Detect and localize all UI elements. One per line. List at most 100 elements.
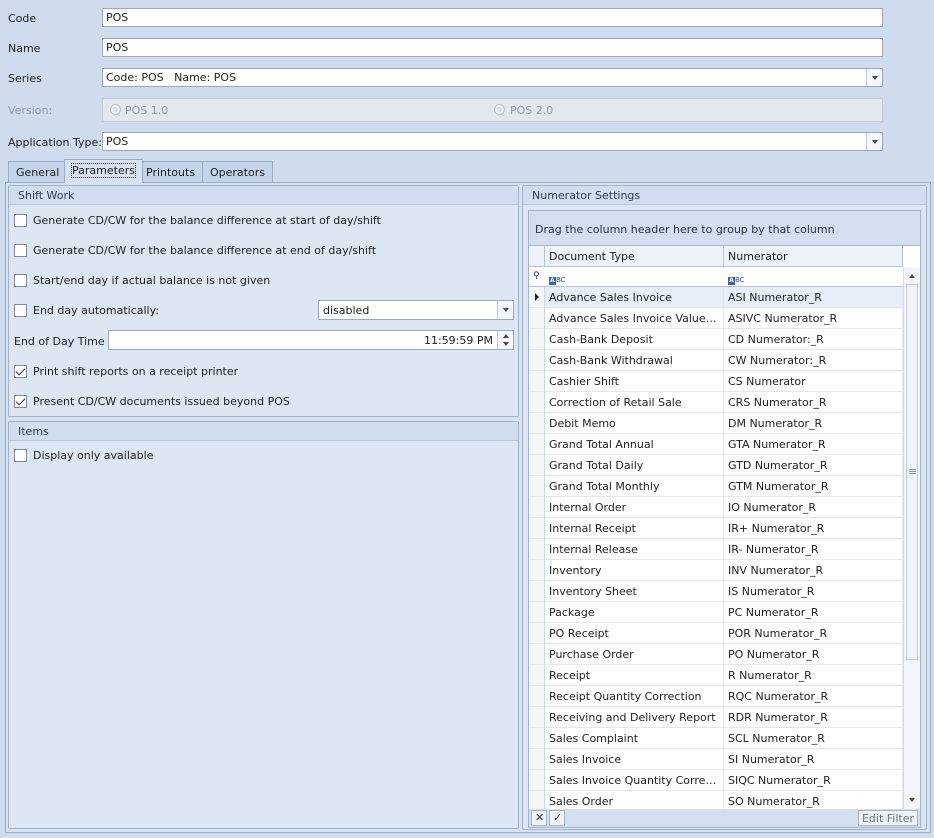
row-indicator[interactable]: [529, 350, 545, 371]
tab-general[interactable]: General: [8, 161, 68, 182]
cell-numerator[interactable]: CW Numerator:_R: [724, 350, 903, 371]
row-indicator[interactable]: [529, 329, 545, 350]
enable-filter-icon[interactable]: ✓: [549, 810, 565, 826]
clear-filter-icon[interactable]: ✕: [531, 810, 547, 826]
apptype-dropdown-button[interactable]: [866, 133, 882, 150]
row-indicator[interactable]: [529, 686, 545, 707]
table-row[interactable]: Advance Sales Invoice Value Co... ASIVC N…: [529, 308, 903, 329]
table-row[interactable]: Receiving and Delivery Report RDR Numerat…: [529, 707, 903, 728]
table-row[interactable]: Sales Complaint SCL Numerator_R: [529, 728, 903, 749]
scrollbar-thumb[interactable]: [906, 284, 918, 660]
scroll-down-icon[interactable]: [909, 798, 915, 802]
table-row[interactable]: Cash-Bank Withdrawal CW Numerator:_R: [529, 350, 903, 371]
cell-document-type[interactable]: Sales Order: [545, 791, 724, 811]
cell-numerator[interactable]: ASIVC Numerator_R: [724, 308, 903, 329]
end-time-input[interactable]: 11:59:59 PM: [108, 330, 514, 350]
row-indicator[interactable]: [529, 413, 545, 434]
edit-filter-button[interactable]: Edit Filter: [857, 810, 918, 826]
series-combo[interactable]: Code: POS Name: POS: [102, 68, 883, 87]
cell-document-type[interactable]: Inventory: [545, 560, 724, 581]
cell-document-type[interactable]: Sales Invoice Quantity Correction: [545, 770, 724, 791]
cell-document-type[interactable]: Cash-Bank Withdrawal: [545, 350, 724, 371]
table-row[interactable]: Internal Receipt IR+ Numerator_R: [529, 518, 903, 539]
cell-numerator[interactable]: ASI Numerator_R: [724, 287, 903, 308]
row-indicator[interactable]: [529, 455, 545, 476]
table-row[interactable]: Internal Release IR- Numerator_R: [529, 539, 903, 560]
cell-numerator[interactable]: GTD Numerator_R: [724, 455, 903, 476]
row-indicator[interactable]: [529, 392, 545, 413]
table-row[interactable]: Receipt R Numerator_R: [529, 665, 903, 686]
apptype-combo[interactable]: POS: [102, 132, 883, 151]
end-time-spinner[interactable]: [497, 331, 513, 349]
series-dropdown-button[interactable]: [866, 69, 882, 86]
start-end-day-checkbox[interactable]: [14, 274, 27, 287]
row-indicator[interactable]: [529, 728, 545, 749]
table-row[interactable]: Advance Sales Invoice ASI Numerator_R: [529, 287, 903, 308]
cell-numerator[interactable]: RQC Numerator_R: [724, 686, 903, 707]
row-indicator[interactable]: [529, 518, 545, 539]
end-day-auto-checkbox[interactable]: [14, 304, 27, 317]
row-indicator[interactable]: [529, 749, 545, 770]
tab-printouts[interactable]: Printouts: [138, 161, 204, 182]
cell-document-type[interactable]: Grand Total Monthly: [545, 476, 724, 497]
spin-down-icon[interactable]: [503, 342, 509, 346]
cell-document-type[interactable]: Internal Order: [545, 497, 724, 518]
cell-document-type[interactable]: PO Receipt: [545, 623, 724, 644]
cell-document-type[interactable]: Sales Complaint: [545, 728, 724, 749]
row-indicator[interactable]: [529, 308, 545, 329]
table-row[interactable]: Inventory INV Numerator_R: [529, 560, 903, 581]
table-row[interactable]: Debit Memo DM Numerator_R: [529, 413, 903, 434]
row-indicator[interactable]: [529, 770, 545, 791]
table-row[interactable]: Inventory Sheet IS Numerator_R: [529, 581, 903, 602]
cell-numerator[interactable]: SIQC Numerator_R: [724, 770, 903, 791]
row-indicator[interactable]: [529, 560, 545, 581]
table-row[interactable]: Internal Order IO Numerator_R: [529, 497, 903, 518]
row-indicator[interactable]: [529, 476, 545, 497]
table-row[interactable]: Grand Total Annual GTA Numerator_R: [529, 434, 903, 455]
table-row[interactable]: Correction of Retail Sale CRS Numerator_R: [529, 392, 903, 413]
cell-numerator[interactable]: POR Numerator_R: [724, 623, 903, 644]
cell-numerator[interactable]: R Numerator_R: [724, 665, 903, 686]
cell-numerator[interactable]: CRS Numerator_R: [724, 392, 903, 413]
cell-document-type[interactable]: Cashier Shift: [545, 371, 724, 392]
code-field[interactable]: POS: [102, 8, 883, 27]
cell-document-type[interactable]: Grand Total Daily: [545, 455, 724, 476]
cell-document-type[interactable]: Advance Sales Invoice: [545, 287, 724, 308]
cell-document-type[interactable]: Correction of Retail Sale: [545, 392, 724, 413]
table-row[interactable]: Cash-Bank Deposit CD Numerator:_R: [529, 329, 903, 350]
present-cdcw-checkbox[interactable]: [14, 395, 27, 408]
cell-numerator[interactable]: SCL Numerator_R: [724, 728, 903, 749]
row-indicator[interactable]: [529, 665, 545, 686]
row-indicator[interactable]: [529, 497, 545, 518]
row-indicator[interactable]: [529, 791, 545, 811]
table-row[interactable]: Receipt Quantity Correction RQC Numerator…: [529, 686, 903, 707]
vertical-scrollbar[interactable]: [903, 267, 920, 811]
cell-document-type[interactable]: Package: [545, 602, 724, 623]
end-day-auto-dropdown-button[interactable]: [497, 301, 513, 319]
cell-document-type[interactable]: Internal Release: [545, 539, 724, 560]
cell-numerator[interactable]: GTA Numerator_R: [724, 434, 903, 455]
cell-numerator[interactable]: DM Numerator_R: [724, 413, 903, 434]
cell-numerator[interactable]: GTM Numerator_R: [724, 476, 903, 497]
cell-document-type[interactable]: Advance Sales Invoice Value Co...: [545, 308, 724, 329]
cell-numerator[interactable]: IO Numerator_R: [724, 497, 903, 518]
cell-document-type[interactable]: Sales Invoice: [545, 749, 724, 770]
table-row[interactable]: Cashier Shift CS Numerator: [529, 371, 903, 392]
spin-up-icon[interactable]: [503, 334, 509, 338]
row-indicator[interactable]: [529, 434, 545, 455]
display-only-available-checkbox[interactable]: [14, 449, 27, 462]
cell-document-type[interactable]: Purchase Order: [545, 644, 724, 665]
row-indicator[interactable]: [529, 539, 545, 560]
row-indicator[interactable]: [529, 623, 545, 644]
row-indicator[interactable]: [529, 644, 545, 665]
filter-row[interactable]: ⚲ ABC ABC: [529, 267, 903, 287]
cell-numerator[interactable]: CS Numerator: [724, 371, 903, 392]
cell-numerator[interactable]: INV Numerator_R: [724, 560, 903, 581]
cell-numerator[interactable]: IR- Numerator_R: [724, 539, 903, 560]
cell-numerator[interactable]: IS Numerator_R: [724, 581, 903, 602]
scroll-up-icon[interactable]: [909, 274, 915, 278]
tab-operators[interactable]: Operators: [202, 161, 273, 182]
print-shift-reports-checkbox[interactable]: [14, 365, 27, 378]
row-indicator[interactable]: [529, 371, 545, 392]
table-row[interactable]: Purchase Order PO Numerator_R: [529, 644, 903, 665]
